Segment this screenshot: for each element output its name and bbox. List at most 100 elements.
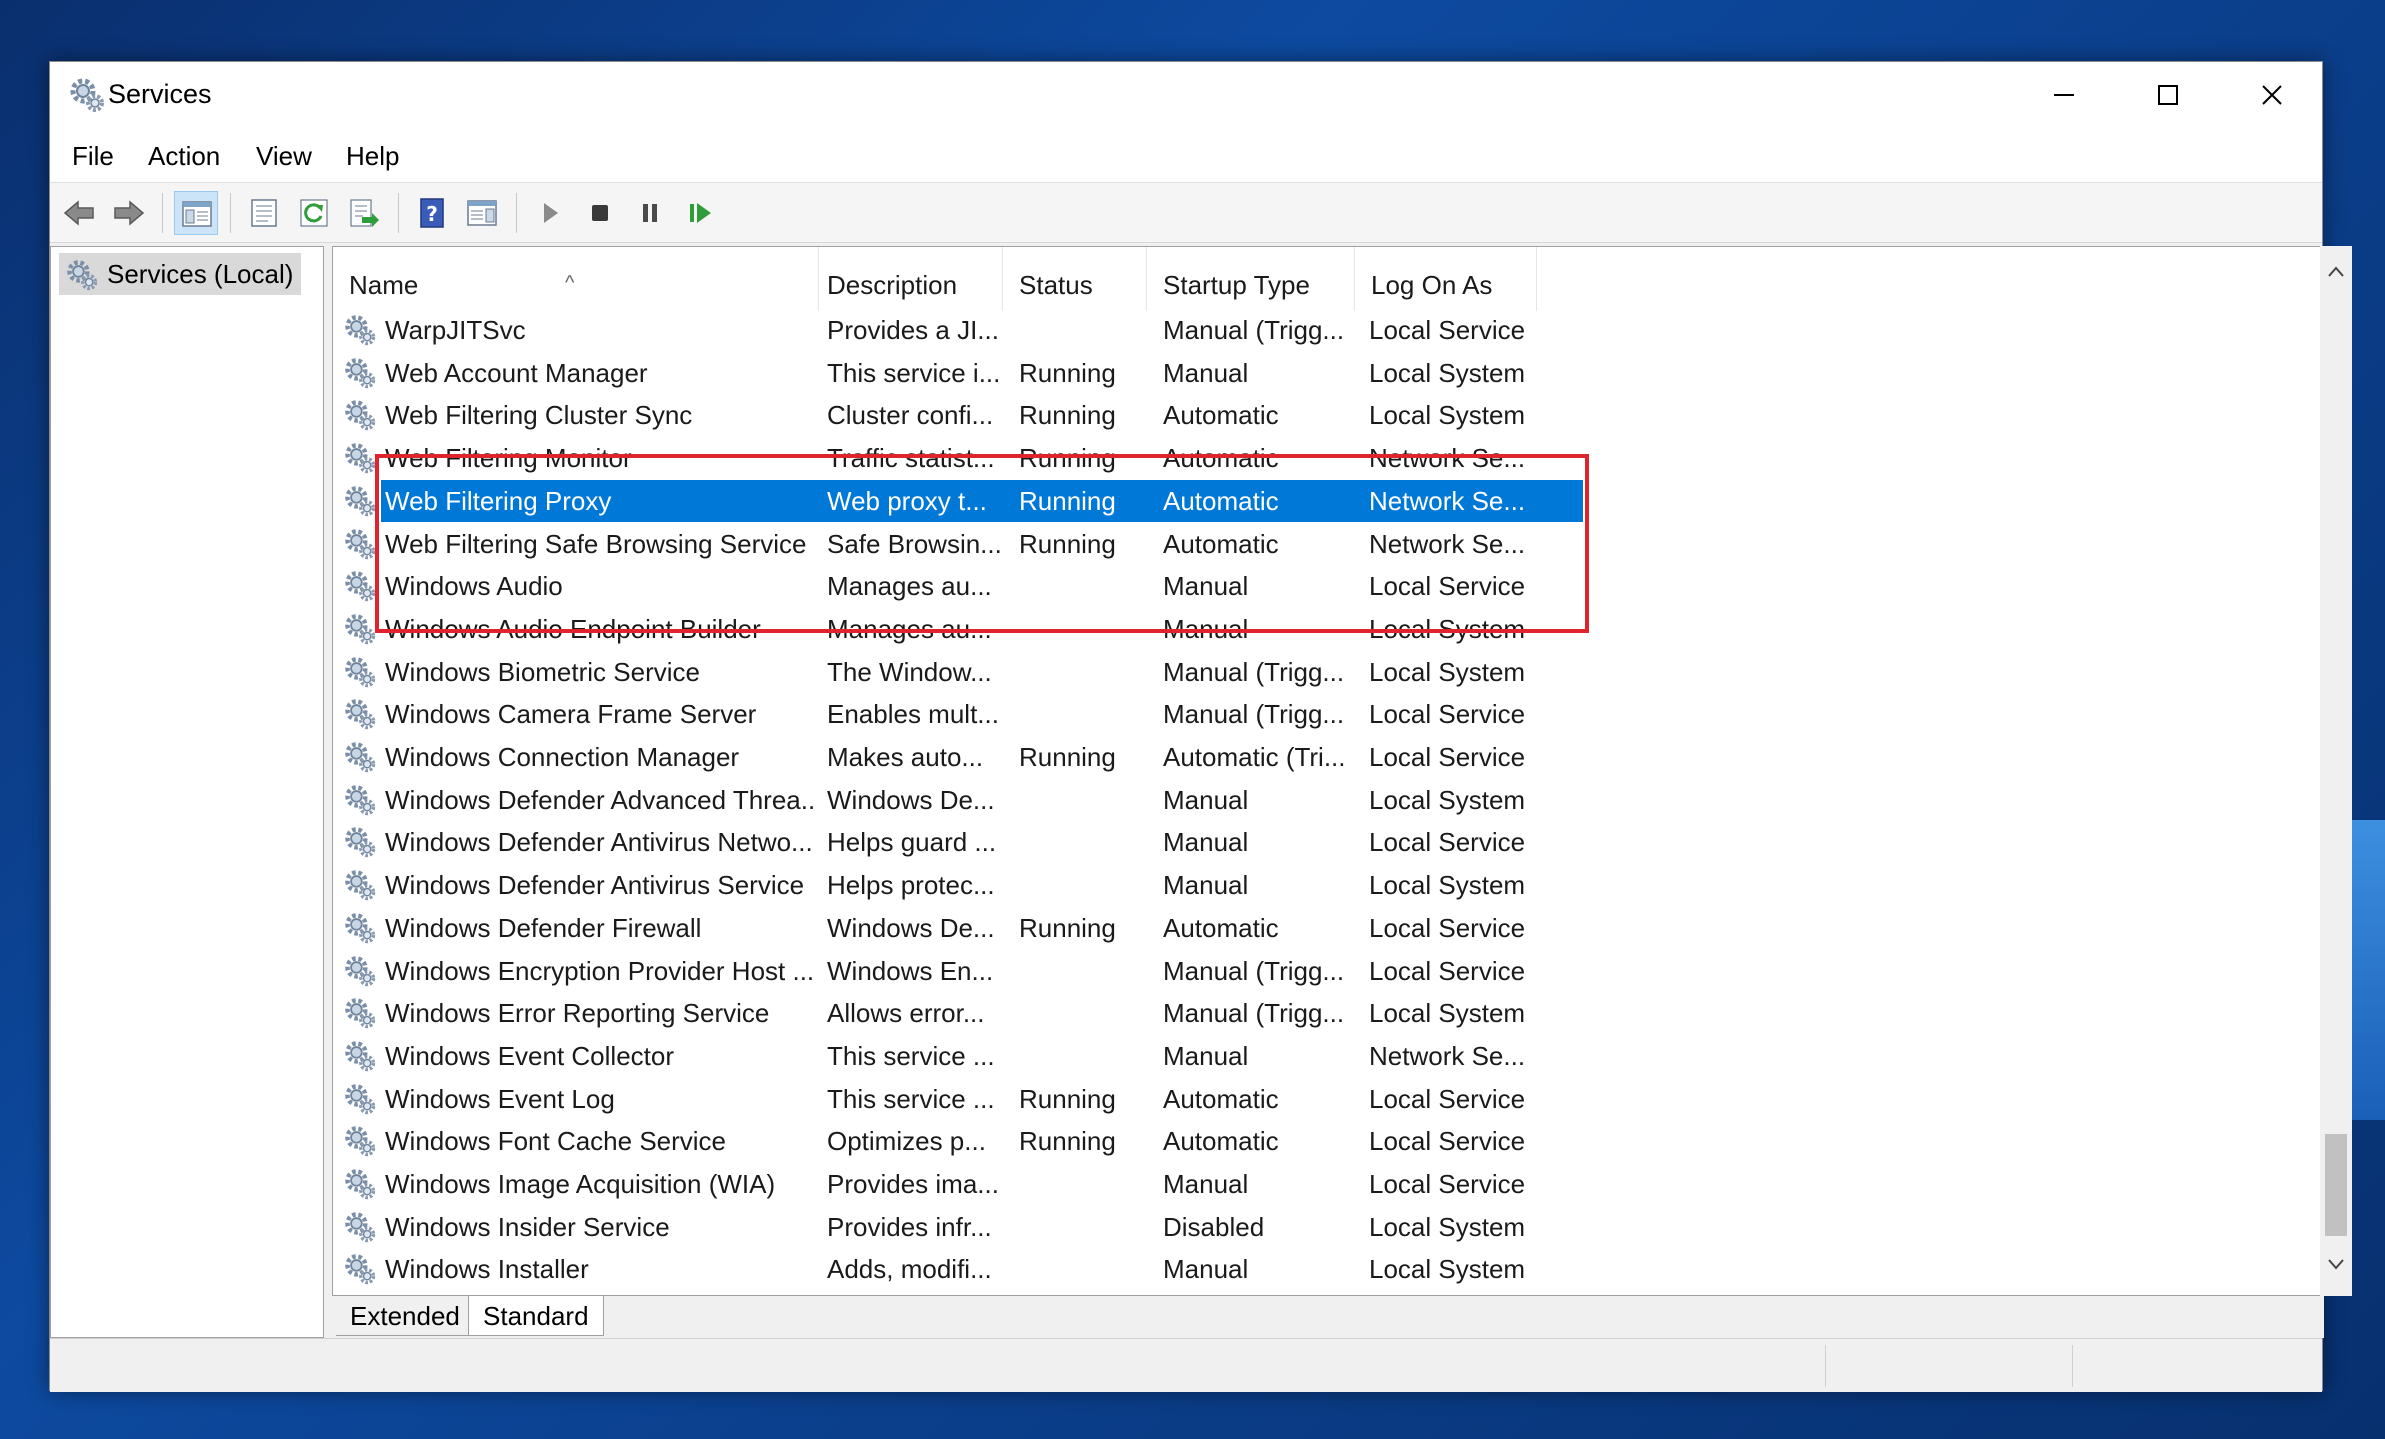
table-row[interactable]: Windows Camera Frame Server Enables mult.… (333, 693, 1583, 736)
table-row[interactable]: Windows Insider Service Provides infr... D… (333, 1206, 1583, 1249)
show-action-pane-button[interactable] (460, 191, 504, 235)
toolbar-separator (230, 193, 231, 233)
table-row[interactable]: Windows Event Log This service ... Running… (333, 1078, 1583, 1121)
show-hide-console-tree-icon (182, 201, 212, 227)
column-header-startup-type[interactable]: Startup Type (1147, 247, 1355, 311)
table-row[interactable]: Web Filtering Proxy Web proxy t... Running… (333, 479, 1583, 523)
console-tree-pane: Services (Local) (50, 246, 324, 1338)
service-gear-icon (343, 612, 377, 653)
table-row[interactable]: Windows Audio Endpoint Builder Manages au… (333, 608, 1583, 651)
column-header-name[interactable]: ^ Name (333, 247, 819, 311)
service-log-on-as: Local System (1369, 998, 1526, 1029)
service-log-on-as: Local Service (1369, 1169, 1526, 1199)
column-header-status[interactable]: Status (1003, 247, 1147, 311)
table-row[interactable]: Windows Event Collector This service ... M… (333, 1035, 1583, 1078)
menu-file[interactable]: File (72, 141, 114, 172)
service-log-on-as: Local System (1369, 357, 1526, 388)
table-row[interactable]: Windows Error Reporting Service Allows er… (333, 992, 1583, 1035)
table-row[interactable]: Web Filtering Safe Browsing Service Safe … (333, 523, 1583, 566)
table-row[interactable]: Windows Defender Antivirus Netwo... Helps… (333, 821, 1583, 864)
service-name: Windows Installer (385, 1254, 589, 1285)
close-button[interactable] (2220, 62, 2324, 129)
service-log-on-as: Local Service (1369, 1126, 1526, 1157)
refresh-button[interactable] (292, 191, 336, 235)
status-bar-divider (2072, 1345, 2073, 1387)
tree-item-services-local[interactable]: Services (Local) (59, 253, 302, 295)
service-name: Windows Image Acquisition (WIA) (385, 1169, 776, 1199)
service-gear-icon (343, 1210, 377, 1251)
service-log-on-as: Local System (1369, 784, 1526, 815)
table-row[interactable]: Windows Encryption Provider Host ... Wind… (333, 950, 1583, 993)
scroll-up-button[interactable] (2326, 262, 2346, 282)
service-gear-icon (343, 697, 377, 738)
service-name: Windows Defender Antivirus Service (385, 870, 805, 901)
properties-icon (251, 199, 277, 227)
service-description: This service i... (827, 357, 1001, 388)
table-row[interactable]: Windows Defender Antivirus Service Helps … (333, 864, 1583, 907)
menu-view[interactable]: View (256, 141, 312, 172)
service-startup-type: Manual (Trigg... (1163, 955, 1345, 986)
show-hide-console-tree-button[interactable] (174, 191, 218, 235)
table-row[interactable]: Web Filtering Monitor Traffic statist... R… (333, 437, 1583, 480)
table-row[interactable]: Windows Defender Firewall Windows De... Ru… (333, 907, 1583, 950)
services-list-pane: ^ Name Description Status Startup Type L… (332, 246, 2324, 1296)
service-gear-icon (343, 996, 377, 1037)
table-row[interactable]: WarpJITSvc Provides a JI... Manual (Trigg.… (333, 309, 1583, 352)
scrollbar-thumb[interactable] (2325, 1134, 2347, 1236)
stop-service-button[interactable] (578, 191, 622, 235)
service-gear-icon (343, 954, 377, 995)
table-row[interactable]: Windows Font Cache Service Optimizes p...… (333, 1120, 1583, 1163)
properties-button[interactable] (242, 191, 286, 235)
table-row[interactable]: Web Filtering Cluster Sync Cluster confi.… (333, 394, 1583, 437)
resume-service-button[interactable] (678, 191, 722, 235)
table-row[interactable]: Web Account Manager This service i... Runn… (333, 352, 1583, 395)
pause-service-button[interactable] (628, 191, 672, 235)
tab-extended[interactable]: Extended (336, 1296, 474, 1336)
service-name: Web Account Manager (385, 357, 648, 388)
tab-standard[interactable]: Standard (468, 1296, 604, 1336)
table-row[interactable]: Windows Biometric Service The Window... Ma… (333, 651, 1583, 694)
resume-service-icon (690, 203, 711, 223)
column-header-label: Description (827, 270, 958, 300)
back-button[interactable] (56, 191, 100, 235)
service-gear-icon (343, 569, 377, 610)
toolbar-separator (398, 193, 399, 233)
service-startup-type: Manual (1163, 613, 1249, 644)
table-row[interactable]: Windows Connection Manager Makes auto... R… (333, 736, 1583, 779)
service-startup-type: Manual (1163, 1254, 1249, 1285)
export-list-button[interactable] (342, 191, 386, 235)
svg-text:?: ? (426, 202, 438, 226)
service-gear-icon (343, 868, 377, 909)
forward-button[interactable] (106, 191, 150, 235)
service-gear-icon (343, 740, 377, 781)
table-row[interactable]: Windows Installer Adds, modifi... Manual Lo… (333, 1248, 1583, 1291)
service-name: Windows Audio Endpoint Builder (385, 613, 761, 644)
help-button[interactable]: ? (410, 191, 454, 235)
column-header-label: Status (1019, 270, 1093, 300)
menu-help[interactable]: Help (346, 141, 399, 172)
column-header-description[interactable]: Description (811, 247, 1003, 311)
start-service-button[interactable] (528, 191, 572, 235)
service-description: Safe Browsin... (827, 528, 1002, 559)
service-description: Web proxy t... (827, 485, 987, 516)
services-gear-icon (65, 258, 99, 304)
service-log-on-as: Local System (1369, 656, 1526, 687)
scroll-down-button[interactable] (2326, 1254, 2346, 1274)
table-row[interactable]: Windows Image Acquisition (WIA) Provides … (333, 1163, 1583, 1206)
service-status: Running (1019, 742, 1116, 772)
column-header-log-on-as[interactable]: Log On As (1355, 247, 1537, 311)
service-description: Windows En... (827, 955, 994, 986)
menu-action[interactable]: Action (148, 141, 220, 172)
service-startup-type: Manual (1163, 827, 1249, 858)
service-startup-type: Automatic (1163, 400, 1279, 431)
table-row[interactable]: Windows Defender Advanced Threa... Window… (333, 779, 1583, 822)
service-startup-type: Manual (1163, 784, 1249, 815)
menu-bar: File Action View Help (50, 129, 2322, 183)
minimize-button[interactable] (2012, 62, 2116, 129)
vertical-scrollbar[interactable] (2320, 246, 2352, 1296)
service-startup-type: Automatic (1163, 528, 1279, 559)
service-name: Windows Error Reporting Service (385, 998, 770, 1029)
table-row[interactable]: Windows Audio Manages au... Manual Local Se… (333, 565, 1583, 608)
column-header-label: Name (349, 270, 419, 300)
maximize-button[interactable] (2116, 62, 2220, 129)
